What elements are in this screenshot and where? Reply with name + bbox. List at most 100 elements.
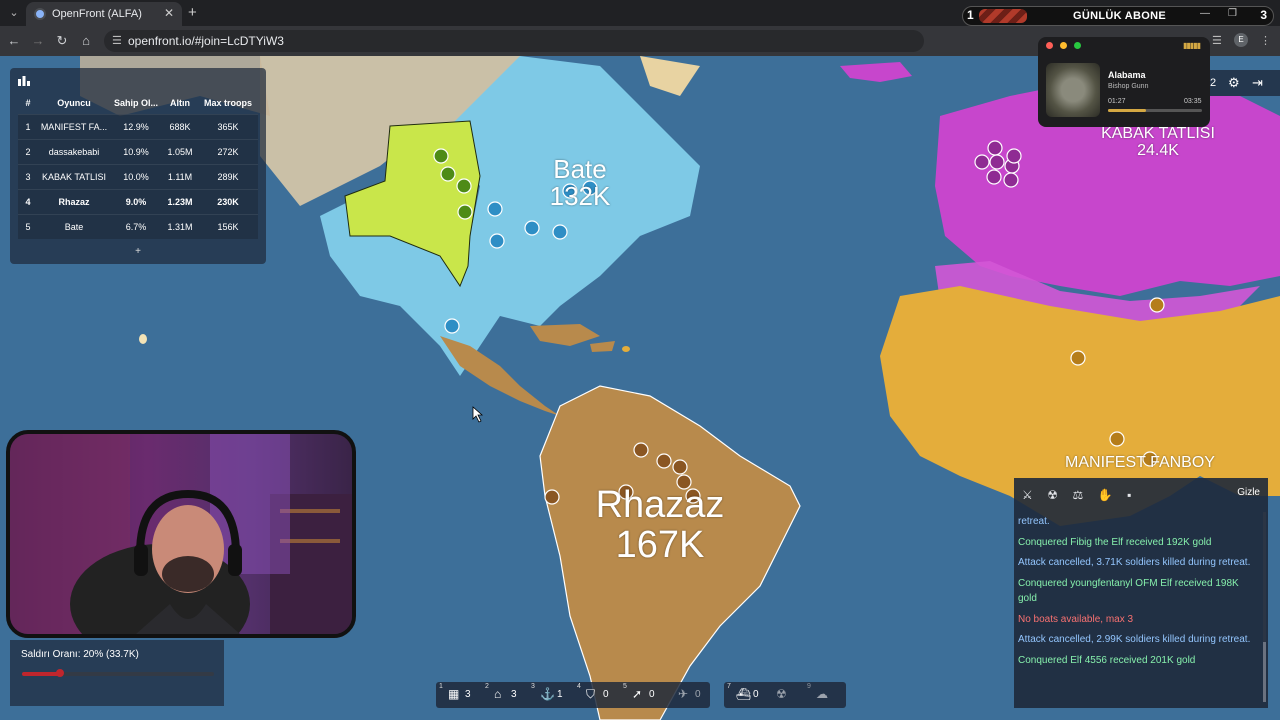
row-troops: 156K — [198, 213, 258, 239]
territory-label-kabak: KABAK TATLISI 24.4K — [1086, 125, 1230, 160]
leaderboard-row[interactable]: 5 Bate 6.7% 1.31M 156K — [18, 213, 258, 239]
event-message: Conquered Elf 4556 received 201K gold — [1018, 654, 1196, 666]
trade-filter-icon[interactable]: ⚖ — [1072, 488, 1083, 502]
events-scrollbar-thumb[interactable] — [1263, 642, 1266, 702]
row-gold: 1.23M — [162, 188, 198, 214]
hydrogen-bomb-icon: ☁ — [816, 687, 828, 701]
header-player[interactable]: Oyuncu — [38, 92, 110, 114]
row-gold: 688K — [162, 113, 198, 139]
build-missile-silo-button[interactable]: 5 ➚ 0 — [620, 682, 666, 708]
leaderboard-table: # Oyuncu Sahip Ol... Altın Max troops 1 … — [18, 92, 258, 239]
row-owned: 10.0% — [110, 163, 162, 189]
forward-icon[interactable]: → — [30, 33, 46, 48]
row-player: Rhazaz — [38, 188, 110, 214]
promo-text: GÜNLÜK ABONE — [1073, 10, 1167, 22]
attack-ratio-slider[interactable] — [22, 672, 214, 676]
sam-launcher-count: 0 — [695, 689, 701, 700]
hotkey-label: 7 — [727, 683, 731, 690]
profile-avatar[interactable]: E — [1234, 33, 1248, 47]
leaderboard-row[interactable]: 2 dassakebabi 10.9% 1.05M 272K — [18, 138, 258, 164]
sword-filter-icon[interactable]: ⚔ — [1022, 488, 1033, 502]
row-owned: 10.9% — [110, 138, 162, 164]
territory-name-bate: Bate — [553, 154, 607, 184]
browser-tab-bar: ⌄ OpenFront (ALFA) ✕ + 1 GÜNLÜK ABONE 3 … — [0, 0, 1280, 26]
territory-troops-bate: 132K — [549, 181, 611, 212]
row-player: KABAK TATLISI — [38, 163, 110, 189]
back-icon[interactable]: ← — [6, 33, 22, 48]
hotkey-label: 5 — [623, 683, 627, 690]
leaderboard-chart-icon[interactable] — [18, 76, 30, 86]
header-gold[interactable]: Altın — [162, 92, 198, 114]
more-menu-icon[interactable]: ⋮ — [1260, 34, 1271, 47]
url-text: openfront.io/#join=LcDTYiW3 — [128, 34, 284, 48]
build-defense-post-button[interactable]: 4 ⛉ 0 — [574, 682, 620, 708]
reload-icon[interactable]: ↻ — [54, 33, 70, 49]
row-rank: 3 — [18, 163, 38, 189]
hotkey-label: 1 — [439, 683, 443, 690]
territory-name-rhazaz: Rhazaz — [595, 484, 725, 526]
port-icon: ⚓ — [540, 687, 555, 701]
alliance-handshake-icon[interactable]: ✋ — [1098, 488, 1113, 502]
header-max-troops[interactable]: Max troops — [198, 92, 258, 114]
row-player: Bate — [38, 213, 110, 239]
site-info-icon[interactable]: ☰ — [112, 34, 122, 47]
game-controls: 2 ⚙ ⇥ — [1206, 70, 1280, 96]
territory-label-manifest: MANIFEST FANBOY — [1046, 454, 1234, 472]
chat-icon[interactable]: ▪ — [1127, 488, 1131, 502]
header-rank[interactable]: # — [18, 92, 38, 114]
build-city-button[interactable]: 1 ▦ 3 — [436, 682, 482, 708]
nuke-filter-icon[interactable]: ☢ — [1047, 488, 1058, 502]
close-tab-icon[interactable]: ✕ — [164, 6, 174, 20]
city-count: 3 — [465, 689, 471, 700]
minimize-icon[interactable]: — — [1200, 8, 1210, 19]
close-dot-icon[interactable] — [1046, 42, 1053, 49]
row-owned: 12.9% — [110, 113, 162, 139]
settings-gear-icon[interactable]: ⚙ — [1228, 75, 1240, 91]
tab-search-icon[interactable]: ⌄ — [6, 5, 22, 21]
maximize-dot-icon[interactable] — [1074, 42, 1081, 49]
row-rank: 1 — [18, 113, 38, 139]
attack-ratio-fill — [22, 672, 61, 676]
build-port-button[interactable]: 3 ⚓ 1 — [528, 682, 574, 708]
leaderboard-row[interactable]: 1 MANIFEST FA... 12.9% 688K 365K — [18, 113, 258, 139]
event-message: Attack cancelled, 2.99K soldiers killed … — [1018, 634, 1251, 645]
attack-ratio-label: Saldırı Oranı: 20% (33.7K) — [21, 649, 139, 660]
header-owned[interactable]: Sahip Ol... — [110, 92, 162, 114]
exit-icon[interactable]: ⇥ — [1252, 75, 1263, 91]
event-filter-icons: ⚔ ☢ ⚖ ✋ ▪ — [1022, 486, 1141, 504]
maximize-icon[interactable]: ❐ — [1228, 8, 1237, 19]
hide-events-button[interactable]: Gizle — [1237, 487, 1260, 498]
playlist-icon[interactable]: ☰ — [1212, 34, 1222, 47]
leaderboard-panel: # Oyuncu Sahip Ol... Altın Max troops 1 … — [10, 68, 266, 264]
leaderboard-row[interactable]: 3 KABAK TATLISI 10.0% 1.11M 289K — [18, 163, 258, 189]
leaderboard-row-current-player[interactable]: 4 Rhazaz 9.0% 1.23M 230K — [18, 188, 258, 214]
event-message: Conquered Fibig the Elf received 192K go… — [1018, 536, 1212, 548]
build-sam-launcher-button[interactable]: ✈ 0 — [666, 682, 712, 708]
new-tab-button[interactable]: + — [188, 4, 197, 21]
promo-left-number: 1 — [967, 8, 974, 22]
browser-tab-active[interactable]: OpenFront (ALFA) ✕ — [26, 2, 182, 26]
song-progress-bar[interactable] — [1108, 109, 1202, 112]
minimize-dot-icon[interactable] — [1060, 42, 1067, 49]
row-rank: 4 — [18, 188, 38, 214]
events-scrollbar[interactable] — [1263, 512, 1266, 702]
territory-name-manifest: MANIFEST FANBOY — [1065, 454, 1215, 471]
event-message: No boats available, max 3 — [1018, 613, 1134, 625]
url-field[interactable]: ☰ openfront.io/#join=LcDTYiW3 — [104, 30, 924, 52]
build-factory-button[interactable]: 2 ⌂ 3 — [482, 682, 528, 708]
row-gold: 1.11M — [162, 163, 198, 189]
row-owned: 6.7% — [110, 213, 162, 239]
row-owned: 9.0% — [110, 188, 162, 214]
port-count: 1 — [557, 689, 563, 700]
warship-icon: ⛴ — [736, 687, 752, 701]
music-player-widget: ▮▮▮▮▮ Alabama Bishop Gunn 01:27 03:35 — [1038, 37, 1210, 127]
row-troops: 289K — [198, 163, 258, 189]
warship-count: 0 — [753, 689, 759, 700]
elapsed-time: 01:27 — [1108, 98, 1126, 105]
event-message: Attack cancelled, 3.71K soldiers killed … — [1018, 557, 1251, 568]
home-icon[interactable]: ⌂ — [78, 33, 94, 48]
leaderboard-expand-button[interactable]: + — [10, 246, 266, 257]
hotkey-label: 2 — [485, 683, 489, 690]
factory-icon: ⌂ — [494, 687, 502, 701]
build-hydrogen-bomb-button[interactable]: 9 ☁ — [804, 682, 850, 708]
